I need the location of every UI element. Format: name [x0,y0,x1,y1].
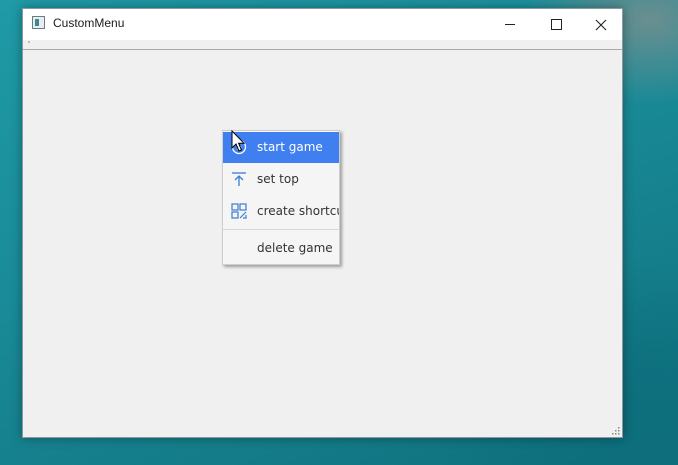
maximize-button[interactable] [533,9,579,40]
close-icon [595,19,607,30]
menu-item-delete-game[interactable]: delete game [223,233,339,264]
mouse-cursor-icon [231,130,246,152]
menubar-handle [28,41,30,43]
menu-item-label: create shortcut [257,204,340,218]
menu-item-set-top[interactable]: set top [223,164,339,195]
menu-item-create-shortcut[interactable]: create shortcut [223,196,339,227]
minimize-button[interactable] [487,9,533,40]
menu-separator [223,229,339,230]
minimize-icon [505,24,515,25]
maximize-icon [550,19,562,30]
size-grip-icon[interactable] [610,425,620,435]
window-app-icon [32,16,45,29]
menubar-separator [23,49,622,50]
close-button[interactable] [578,9,624,40]
title-bar[interactable]: CustomMenu [23,9,622,40]
menu-item-label: start game [257,140,323,154]
window-title: CustomMenu [53,16,125,30]
menu-item-label: set top [257,172,299,186]
menu-item-label: delete game [257,241,333,255]
qr-code-icon [231,203,247,219]
arrow-to-top-icon [232,172,246,186]
